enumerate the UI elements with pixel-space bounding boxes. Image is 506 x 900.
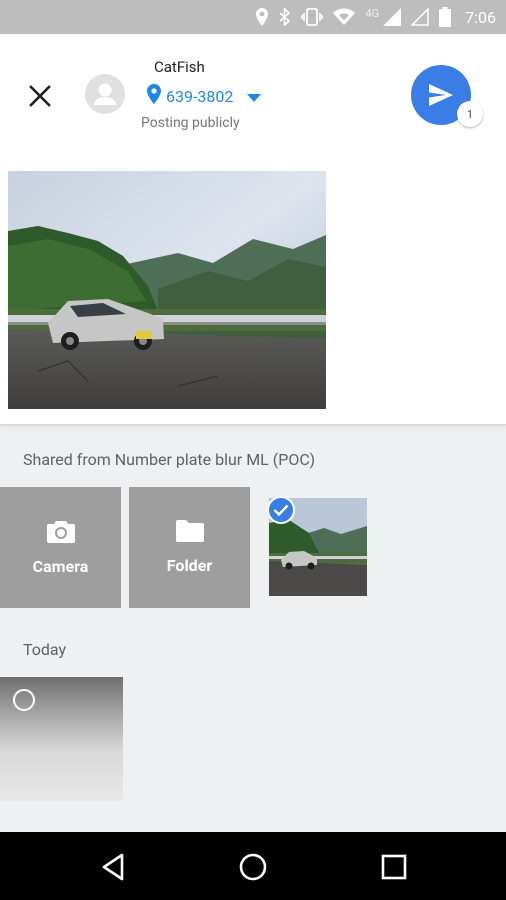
- location-text: 639-3802: [166, 86, 234, 106]
- user-name: CatFish: [154, 58, 205, 76]
- close-button[interactable]: [24, 80, 56, 112]
- check-icon: [273, 504, 289, 516]
- recents-square-icon: [381, 854, 407, 880]
- camera-icon: [46, 521, 75, 543]
- battery-icon: [439, 7, 452, 27]
- camera-button[interactable]: Camera: [0, 487, 121, 608]
- folder-button[interactable]: Folder: [129, 487, 250, 608]
- home-circle-icon: [239, 853, 267, 881]
- preview-photo[interactable]: [8, 171, 326, 409]
- home-button[interactable]: [236, 850, 270, 884]
- back-triangle-icon: [102, 853, 124, 881]
- folder-label: Folder: [166, 556, 213, 575]
- bluetooth-icon: [279, 8, 291, 26]
- send-icon: [429, 84, 453, 106]
- status-time: 7:06: [465, 7, 496, 27]
- photo-preview-area: [0, 156, 506, 425]
- shared-from-label: Shared from Number plate blur ML (POC): [23, 450, 316, 469]
- navigation-bar: [0, 832, 506, 900]
- posting-status: Posting publicly: [141, 115, 240, 131]
- vibrate-icon: [301, 8, 324, 26]
- location-icon: [255, 8, 269, 26]
- folder-icon: [175, 520, 204, 542]
- compose-header: CatFish 639-3802 Posting publicly 1: [0, 34, 506, 156]
- select-circle-icon[interactable]: [13, 689, 35, 711]
- signal-icon: [383, 8, 402, 26]
- send-count-badge: 1: [457, 101, 483, 127]
- camera-label: Camera: [32, 557, 89, 576]
- wifi-icon: [333, 8, 356, 26]
- person-icon: [93, 83, 117, 105]
- today-section-label: Today: [23, 640, 67, 659]
- location-selector[interactable]: 639-3802: [146, 84, 262, 108]
- network-type-label: 4G: [365, 6, 380, 20]
- chevron-down-icon: [247, 87, 262, 106]
- recents-button[interactable]: [377, 850, 411, 884]
- avatar[interactable]: [85, 74, 125, 114]
- close-icon: [29, 85, 51, 107]
- signal-empty-icon: [411, 8, 429, 26]
- location-pin-icon: [146, 84, 162, 108]
- back-button[interactable]: [97, 850, 131, 884]
- status-bar: 4G 7:06: [0, 0, 506, 34]
- selected-check-badge[interactable]: [267, 496, 295, 524]
